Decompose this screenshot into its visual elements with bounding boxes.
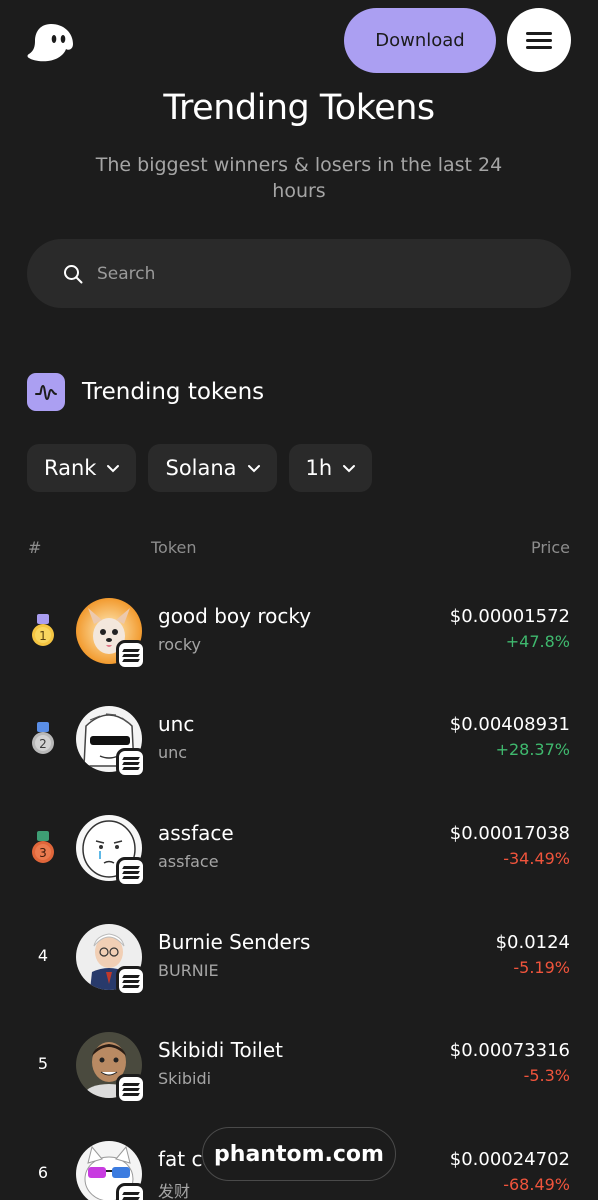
search-bar[interactable] xyxy=(27,239,571,308)
token-symbol: rocky xyxy=(158,635,201,654)
solana-icon xyxy=(116,748,146,778)
token-price: $0.00073316 xyxy=(449,1040,570,1061)
search-icon xyxy=(64,264,83,283)
menu-button[interactable] xyxy=(507,8,571,72)
header: Download xyxy=(0,0,598,80)
sort-label: Rank xyxy=(44,456,97,480)
token-symbol: 发财 xyxy=(158,1182,191,1200)
svg-text:1: 1 xyxy=(39,629,47,643)
silver-medal-icon: 2 xyxy=(32,722,54,754)
token-change: -34.49% xyxy=(503,849,570,868)
page-title: Trending Tokens xyxy=(163,88,435,128)
svg-text:3: 3 xyxy=(39,846,47,860)
timeframe-dropdown[interactable]: 1h xyxy=(288,444,373,492)
token-name: unc xyxy=(158,712,195,736)
search-input[interactable] xyxy=(97,263,517,284)
bronze-medal-icon: 3 xyxy=(32,831,54,863)
timeframe-label: 1h xyxy=(305,456,333,480)
site-url-pill: phantom.com xyxy=(202,1127,396,1181)
token-row[interactable]: 4 Burnie Senders BURNIE $0.0124 -5.19% xyxy=(0,918,598,998)
token-change: -68.49% xyxy=(503,1175,570,1194)
token-price: $0.00024702 xyxy=(449,1149,570,1170)
token-symbol: unc xyxy=(158,743,188,762)
solana-icon xyxy=(116,857,146,887)
page-subtitle: The biggest winners & losers in the last… xyxy=(95,154,503,202)
phantom-logo-icon[interactable] xyxy=(26,22,76,64)
chain-label: Solana xyxy=(165,456,237,480)
solana-icon xyxy=(116,640,146,670)
token-change: +28.37% xyxy=(495,740,570,759)
sort-dropdown[interactable]: Rank xyxy=(27,444,137,492)
column-header-price[interactable]: Price xyxy=(531,538,570,557)
chevron-down-icon xyxy=(107,464,120,472)
chevron-down-icon xyxy=(247,464,260,472)
token-name: Skibidi Toilet xyxy=(158,1038,284,1062)
token-change: -5.19% xyxy=(513,958,570,977)
svg-text:2: 2 xyxy=(39,737,47,751)
token-rank: 4 xyxy=(37,946,49,965)
token-row[interactable]: 2 unc unc $0.00408931 +28.37% xyxy=(0,700,598,780)
chain-dropdown[interactable]: Solana xyxy=(148,444,277,492)
chevron-down-icon xyxy=(343,464,356,472)
column-header-token: Token xyxy=(151,538,197,557)
token-change: +47.8% xyxy=(505,632,570,651)
token-price: $0.00408931 xyxy=(449,714,570,735)
token-price: $0.00017038 xyxy=(449,823,570,844)
activity-icon xyxy=(27,373,65,411)
token-price: $0.00001572 xyxy=(449,606,570,627)
token-name: good boy rocky xyxy=(158,604,312,628)
token-name: Burnie Senders xyxy=(158,930,311,954)
solana-icon xyxy=(116,1074,146,1104)
token-row[interactable]: 5 Skibidi Toilet Skibidi $0.00073316 -5.… xyxy=(0,1026,598,1106)
token-rank: 5 xyxy=(37,1054,49,1073)
solana-icon xyxy=(116,1183,146,1200)
solana-icon xyxy=(116,966,146,996)
section-header: Trending tokens xyxy=(27,373,264,411)
section-title: Trending tokens xyxy=(82,379,265,405)
token-rank: 6 xyxy=(37,1163,49,1182)
token-name: assface xyxy=(158,821,234,845)
token-symbol: BURNIE xyxy=(158,961,219,980)
download-button[interactable]: Download xyxy=(344,8,496,73)
filter-bar: Rank Solana 1h xyxy=(27,444,373,492)
hamburger-icon xyxy=(526,28,552,53)
token-row[interactable]: 3 assface assface $0.00017038 -34.49% xyxy=(0,809,598,889)
token-symbol: assface xyxy=(158,852,219,871)
token-change: -5.3% xyxy=(523,1066,570,1085)
token-symbol: Skibidi xyxy=(158,1069,212,1088)
token-row[interactable]: 1 good boy rocky rocky $0.00001572 +47.8… xyxy=(0,592,598,672)
gold-medal-icon: 1 xyxy=(32,614,54,646)
column-header-rank: # xyxy=(28,538,42,557)
token-price: $0.0124 xyxy=(495,932,570,953)
